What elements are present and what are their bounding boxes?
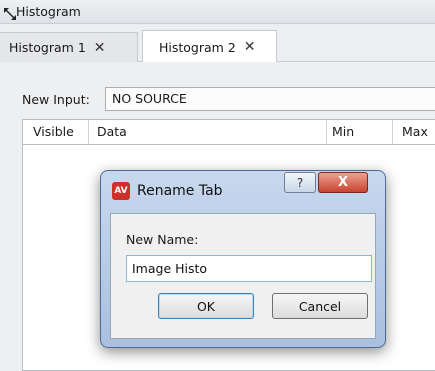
- column-min[interactable]: Min: [332, 124, 354, 139]
- new-name-label: New Name:: [126, 232, 199, 247]
- table-header: [22, 119, 435, 145]
- new-input-field[interactable]: NO SOURCE: [105, 87, 435, 111]
- tab-label: Histogram 2: [159, 39, 236, 55]
- new-input-label: New Input:: [22, 92, 90, 107]
- column-visible[interactable]: Visible: [33, 124, 74, 139]
- column-divider: [326, 120, 327, 144]
- tab-histogram-2[interactable]: Histogram 2 ✕: [142, 30, 277, 63]
- new-name-input[interactable]: [126, 255, 372, 282]
- column-divider: [392, 120, 393, 144]
- dialog-title: Rename Tab: [137, 183, 223, 199]
- close-button[interactable]: X: [318, 172, 368, 193]
- close-x-icon[interactable]: ✕: [94, 40, 106, 56]
- cancel-button[interactable]: Cancel: [272, 293, 368, 319]
- column-max[interactable]: Max: [402, 124, 428, 139]
- close-x-icon[interactable]: ✕: [244, 39, 256, 55]
- tab-label: Histogram 1: [9, 40, 86, 55]
- column-data[interactable]: Data: [97, 124, 127, 139]
- tab-histogram-1[interactable]: Histogram 1 ✕: [0, 32, 138, 62]
- ok-button[interactable]: OK: [158, 293, 254, 319]
- window-title: Histogram: [16, 4, 81, 19]
- column-divider: [88, 120, 89, 144]
- app-logo-icon: AV: [112, 182, 130, 200]
- help-button[interactable]: ?: [284, 172, 316, 193]
